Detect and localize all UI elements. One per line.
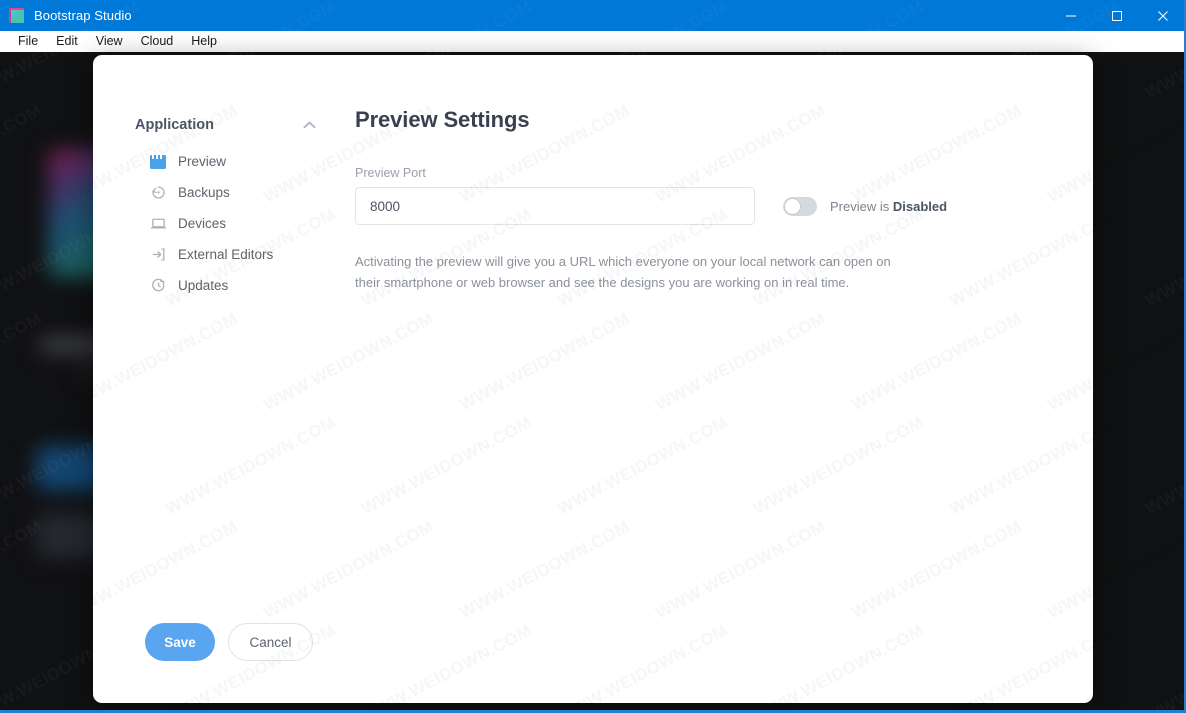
preview-toggle[interactable]	[783, 196, 817, 216]
title-bar: Bootstrap Studio	[0, 0, 1184, 31]
arrow-into-box-icon	[149, 246, 167, 264]
sidebar-group-label: Application	[135, 117, 214, 133]
sidebar-item-label: Backups	[178, 185, 230, 200]
application-window: Bootstrap Studio File Edit View Cloud He…	[0, 0, 1186, 713]
preview-port-label: Preview Port	[355, 166, 426, 180]
maximize-icon[interactable]	[1094, 0, 1140, 31]
toggle-knob	[784, 197, 801, 215]
preview-icon	[149, 153, 167, 171]
refresh-clock-icon	[149, 277, 167, 295]
menu-item-cloud[interactable]: Cloud	[132, 33, 183, 50]
menu-bar: File Edit View Cloud Help	[0, 31, 1184, 52]
settings-sidebar: Application Preview Backups Devices Exte…	[93, 55, 338, 703]
sidebar-item-external-editors[interactable]: External Editors	[93, 239, 338, 270]
preview-port-row: Preview is Disabled	[355, 187, 1053, 225]
window-controls	[1048, 0, 1184, 31]
preview-status-prefix: Preview is	[830, 198, 893, 214]
sidebar-item-label: External Editors	[178, 247, 274, 262]
cancel-button[interactable]: Cancel	[228, 623, 313, 661]
sidebar-group-application[interactable]: Application	[93, 112, 338, 138]
chevron-up-icon[interactable]	[303, 116, 316, 134]
history-icon	[149, 184, 167, 202]
menu-item-help[interactable]: Help	[182, 33, 226, 50]
sidebar-item-updates[interactable]: Updates	[93, 270, 338, 301]
preview-port-input[interactable]	[355, 187, 755, 225]
save-button[interactable]: Save	[145, 623, 215, 661]
sidebar-item-backups[interactable]: Backups	[93, 177, 338, 208]
minimize-icon[interactable]	[1048, 0, 1094, 31]
menu-item-edit[interactable]: Edit	[47, 33, 87, 50]
sidebar-item-label: Updates	[178, 278, 229, 293]
laptop-icon	[149, 215, 167, 233]
settings-dialog: Application Preview Backups Devices Exte…	[93, 55, 1093, 703]
menu-item-view[interactable]: View	[87, 33, 132, 50]
bootstrap-studio-icon	[9, 8, 24, 23]
window-title: Bootstrap Studio	[34, 8, 132, 23]
sidebar-item-preview[interactable]: Preview	[93, 146, 338, 177]
preview-status-value: Disabled	[892, 198, 948, 214]
preview-description: Activating the preview will give you a U…	[355, 254, 891, 290]
preview-toggle-group: Preview is Disabled	[783, 196, 947, 216]
preview-status-label: Preview is Disabled	[830, 199, 947, 214]
page-title: Preview Settings	[355, 107, 530, 132]
sidebar-item-devices[interactable]: Devices	[93, 208, 338, 239]
dialog-footer: Save Cancel	[145, 623, 313, 661]
sidebar-item-label: Preview	[178, 154, 227, 169]
settings-main-panel: Preview Settings Preview Port Preview is…	[338, 55, 1093, 703]
close-icon[interactable]	[1140, 0, 1184, 31]
menu-item-file[interactable]: File	[9, 33, 47, 50]
sidebar-item-label: Devices	[178, 216, 227, 231]
